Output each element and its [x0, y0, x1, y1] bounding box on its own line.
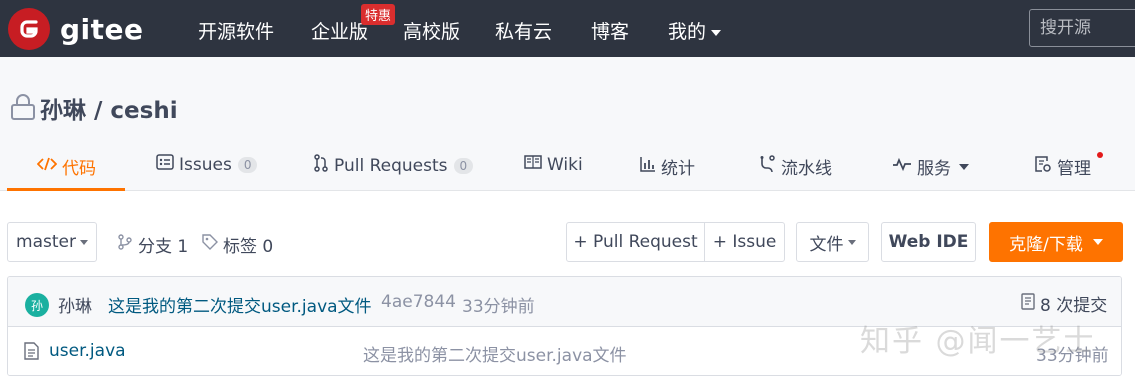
- branch-select-label: master: [16, 232, 76, 252]
- tab-wiki-label: Wiki: [547, 154, 583, 175]
- clone-download-button[interactable]: 克隆/下载: [989, 222, 1123, 262]
- tags-label: 标签 0: [223, 237, 274, 257]
- web-ide-button[interactable]: Web IDE: [881, 222, 976, 262]
- settings-doc-icon: [1034, 155, 1057, 178]
- new-issue-button[interactable]: + Issue: [704, 222, 785, 262]
- tab-services[interactable]: 服务: [892, 154, 969, 179]
- active-tab-indicator: [7, 188, 125, 191]
- tab-statistics-label: 统计: [661, 159, 695, 179]
- commit-count-link[interactable]: 8 次提交: [1021, 291, 1107, 316]
- chevron-down-icon: [711, 29, 722, 36]
- gitee-logo[interactable]: gitee: [8, 8, 144, 50]
- notification-dot: [1097, 152, 1103, 158]
- tab-pipeline[interactable]: 流水线: [758, 154, 832, 179]
- tab-pull-requests[interactable]: Pull Requests 0: [313, 154, 474, 177]
- bar-chart-icon: [640, 156, 661, 177]
- tag-icon: [202, 234, 223, 255]
- commit-hash[interactable]: 4ae7844: [381, 292, 456, 312]
- pipeline-icon: [758, 155, 781, 178]
- book-icon: [524, 154, 547, 175]
- pull-requests-count: 0: [453, 157, 474, 174]
- tab-statistics[interactable]: 统计: [640, 154, 695, 179]
- commit-count: 8 次提交: [1040, 296, 1108, 316]
- code-icon: [36, 156, 62, 177]
- tab-code[interactable]: 代码: [36, 154, 96, 179]
- issues-icon: [156, 154, 179, 175]
- nav-private-cloud[interactable]: 私有云: [495, 17, 552, 44]
- file-commit-time: 33分钟前: [1036, 346, 1109, 366]
- tab-issues[interactable]: Issues 0: [156, 154, 258, 175]
- commit-message[interactable]: 这是我的第二次提交user.java文件: [108, 292, 372, 317]
- gitee-logo-icon: [8, 8, 50, 50]
- tab-code-label: 代码: [62, 159, 96, 179]
- latest-commit-row: 孙 孙琳 这是我的第二次提交user.java文件 4ae7844 33分钟前 …: [8, 277, 1121, 327]
- nav-open-source[interactable]: 开源软件: [198, 17, 274, 44]
- avatar[interactable]: 孙: [25, 293, 49, 317]
- branch-icon: [117, 234, 138, 255]
- clone-download-label: 克隆/下载: [1009, 234, 1083, 255]
- pulse-icon: [892, 156, 917, 177]
- chevron-down-icon: [847, 239, 856, 245]
- nav-blog[interactable]: 博客: [591, 17, 629, 44]
- nav-education[interactable]: 高校版: [403, 17, 460, 44]
- nav-mine[interactable]: 我的: [668, 17, 722, 44]
- tags-link[interactable]: 标签 0: [202, 232, 273, 257]
- branches-link[interactable]: 分支 1: [117, 232, 188, 257]
- promo-badge: 特惠: [361, 4, 396, 25]
- tab-issues-label: Issues: [179, 154, 232, 175]
- file-name[interactable]: user.java: [49, 341, 126, 361]
- nav-enterprise[interactable]: 企业版: [311, 17, 368, 44]
- repo-title[interactable]: 孙琳 / ceshi: [40, 91, 178, 125]
- tab-pipeline-label: 流水线: [781, 159, 832, 179]
- chevron-down-icon: [1092, 239, 1103, 245]
- file-commit-message[interactable]: 这是我的第二次提交user.java文件: [363, 341, 627, 366]
- repo-header: 孙琳 / ceshi 代码 Issues 0 Pull Requests 0 W…: [0, 57, 1135, 191]
- pull-request-icon: [313, 154, 334, 177]
- commit-author[interactable]: 孙琳: [58, 292, 92, 317]
- commit-time: 33分钟前: [462, 297, 535, 317]
- top-navbar: gitee 开源软件 企业版 特惠 高校版 私有云 博客 我的: [0, 0, 1135, 57]
- nav-mine-label: 我的: [668, 21, 707, 43]
- document-icon: [1021, 292, 1035, 315]
- issues-count: 0: [237, 156, 258, 173]
- tab-manage[interactable]: 管理: [1034, 154, 1091, 179]
- search-input[interactable]: [1029, 9, 1135, 47]
- file-menu-button[interactable]: 文件: [796, 222, 869, 262]
- chevron-down-icon: [79, 239, 88, 245]
- branches-label: 分支 1: [138, 237, 189, 257]
- logo-text: gitee: [60, 12, 144, 46]
- file-icon: [24, 342, 39, 365]
- tab-pull-requests-label: Pull Requests: [334, 155, 448, 176]
- file-list: 孙 孙琳 这是我的第二次提交user.java文件 4ae7844 33分钟前 …: [7, 276, 1122, 376]
- tab-services-label: 服务: [917, 159, 951, 179]
- file-menu-label: 文件: [809, 234, 844, 255]
- tab-wiki[interactable]: Wiki: [524, 154, 583, 175]
- new-pull-request-button[interactable]: + Pull Request: [566, 222, 705, 262]
- tab-manage-label: 管理: [1057, 159, 1091, 179]
- chevron-down-icon: [959, 163, 969, 170]
- branch-select[interactable]: master: [7, 222, 97, 262]
- lock-icon: [10, 93, 36, 125]
- list-item[interactable]: user.java 这是我的第二次提交user.java文件 33分钟前: [8, 327, 1121, 375]
